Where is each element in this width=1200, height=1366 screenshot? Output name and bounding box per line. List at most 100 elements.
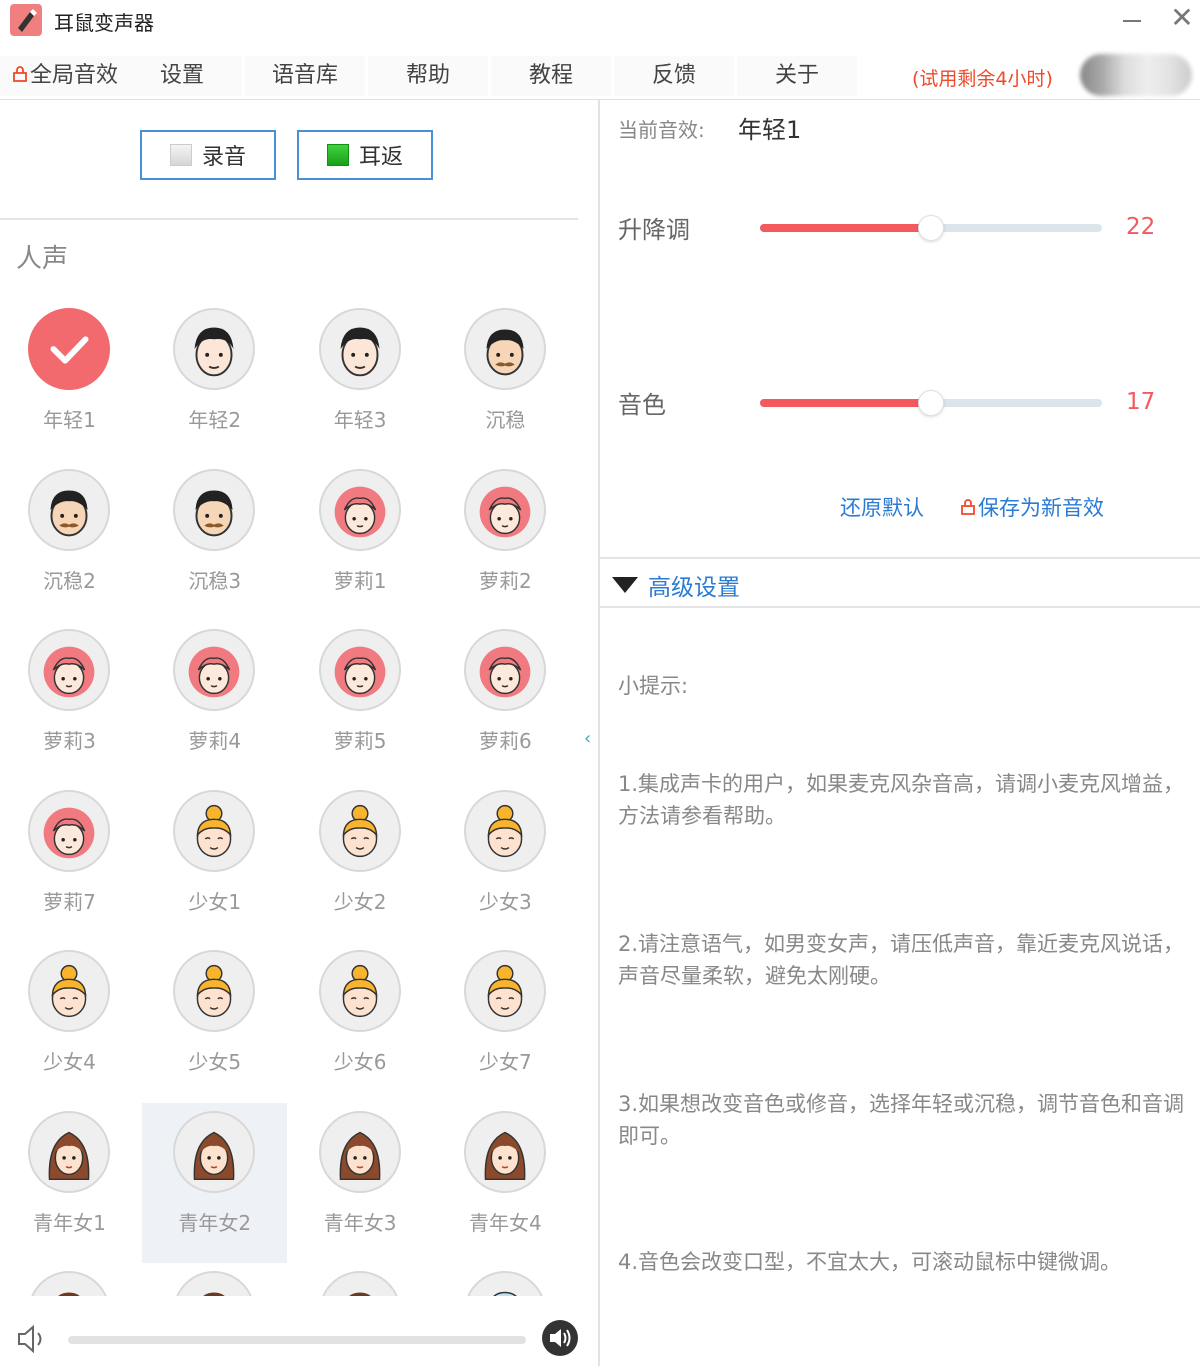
tip-item: 2.请注意语气，如男变女声，请压低声音，靠近麦克风说话，声音尽量柔软，避免太刚硬… xyxy=(618,932,1185,988)
voice-avatar-icon xyxy=(173,789,256,872)
voice-label: 沉稳 xyxy=(485,408,526,432)
voice-label: 青年女1 xyxy=(33,1210,106,1235)
voice-item[interactable] xyxy=(433,1263,578,1296)
voice-label: 年轻1 xyxy=(43,408,96,432)
monitor-button[interactable]: 耳返 xyxy=(297,130,433,180)
tip-item: 1.集成声卡的用户，如果麦克风杂音高，请调小麦克风增益，方法请参看帮助。 xyxy=(618,772,1185,828)
voice-item[interactable]: 萝莉5 xyxy=(288,621,433,781)
user-avatar[interactable] xyxy=(1080,54,1192,96)
voice-label: 少女7 xyxy=(479,1050,532,1074)
menu-global-effect[interactable]: 全局音效 xyxy=(0,56,130,96)
voice-item[interactable]: 沉稳2 xyxy=(0,461,142,621)
menu-help[interactable]: 帮助 xyxy=(368,56,488,96)
voice-avatar-icon xyxy=(463,308,546,390)
menu-voice-library[interactable]: 语音库 xyxy=(245,56,365,96)
menu-settings[interactable]: 设置 xyxy=(122,56,242,96)
menu-global-effect-label: 全局音效 xyxy=(29,63,118,88)
voice-item[interactable]: 青年女3 xyxy=(288,1103,433,1263)
timbre-value: 17 xyxy=(1126,389,1156,415)
voice-grid: 年轻1 年轻2 年轻3 沉稳 沉稳2 沉稳3 萝莉1 萝莉2 萝莉3 萝莉4 萝莉5 萝莉6 萝莉7 少女… xyxy=(0,300,580,1296)
voice-label: 萝莉4 xyxy=(188,729,242,753)
volume-low-icon[interactable] xyxy=(16,1324,50,1354)
voice-item[interactable]: 萝莉7 xyxy=(0,782,142,942)
voice-avatar-icon xyxy=(463,1110,546,1193)
voice-avatar-icon xyxy=(318,1110,401,1193)
collapse-arrow-icon[interactable]: ‹ xyxy=(584,728,596,749)
voice-avatar-icon xyxy=(463,789,546,872)
menu-tutorial[interactable]: 教程 xyxy=(491,56,611,96)
voice-label: 少女6 xyxy=(333,1050,387,1074)
current-effect-value: 年轻1 xyxy=(738,116,802,144)
timbre-slider[interactable] xyxy=(760,390,1102,416)
close-icon[interactable]: ✕ xyxy=(1168,4,1196,32)
lock-icon xyxy=(13,66,27,82)
voice-item[interactable]: 少女1 xyxy=(142,782,287,942)
voice-label: 沉稳2 xyxy=(43,568,96,593)
voice-item[interactable]: 少女3 xyxy=(433,782,578,942)
voice-avatar-icon xyxy=(28,468,110,551)
lock-icon xyxy=(961,499,975,515)
voice-item[interactable]: 沉稳3 xyxy=(142,461,287,621)
trial-remaining-badge[interactable]: (试用剩余4小时) xyxy=(912,64,1053,91)
voice-item[interactable]: 萝莉2 xyxy=(433,461,578,621)
voice-item[interactable]: 少女7 xyxy=(433,942,578,1102)
voice-item[interactable]: 年轻2 xyxy=(142,300,287,460)
voice-avatar-icon xyxy=(28,1110,110,1193)
minimize-icon[interactable] xyxy=(1120,6,1146,32)
voice-avatar-icon xyxy=(463,950,546,1032)
menu-feedback[interactable]: 反馈 xyxy=(614,56,734,96)
voice-item[interactable] xyxy=(288,1263,433,1296)
advanced-settings-toggle[interactable]: 高级设置 xyxy=(612,568,740,602)
voice-avatar-icon xyxy=(173,308,256,390)
current-effect-label: 当前音效: xyxy=(618,118,705,142)
voice-item[interactable]: 少女5 xyxy=(142,942,287,1102)
pitch-slider-thumb[interactable] xyxy=(918,215,944,241)
selected-check-icon xyxy=(28,308,110,390)
voice-avatar-icon xyxy=(318,789,401,872)
save-new-effect-button[interactable]: 保存为新音效 xyxy=(960,492,1104,522)
record-button-label: 录音 xyxy=(201,145,246,170)
voice-item[interactable]: 少女2 xyxy=(288,782,433,942)
voice-avatar-icon xyxy=(463,629,546,711)
voice-avatar-icon xyxy=(173,950,256,1032)
voice-item[interactable]: 年轻1 xyxy=(0,300,142,460)
voice-label: 年轻3 xyxy=(333,408,387,432)
save-new-effect-label: 保存为新音效 xyxy=(978,496,1104,520)
voice-item[interactable]: 年轻3 xyxy=(288,300,433,460)
app-logo-icon xyxy=(10,4,42,36)
voice-item[interactable]: 青年女2 xyxy=(142,1102,288,1263)
voice-item[interactable]: 萝莉3 xyxy=(0,621,142,781)
timbre-slider-thumb[interactable] xyxy=(918,390,944,416)
menu-about[interactable]: 关于 xyxy=(737,56,857,96)
voice-panel: 录音 耳返 人声 年轻1 年轻2 年轻3 沉稳 沉稳2 沉稳3 萝莉1 萝莉2 萝莉3 萝莉4 萝莉… xyxy=(0,100,580,1366)
record-button[interactable]: 录音 xyxy=(140,130,276,180)
voice-item[interactable]: 萝莉4 xyxy=(142,621,287,781)
voice-item[interactable]: 青年女4 xyxy=(433,1103,578,1263)
voice-item[interactable]: 萝莉1 xyxy=(288,461,433,621)
voice-avatar-icon xyxy=(318,308,401,390)
voice-avatar-icon xyxy=(28,1271,110,1296)
monitor-indicator-icon xyxy=(326,144,349,166)
settings-panel: 当前音效: 年轻1 升降调 22 音色 17 还原默认 保存为新音效 高级设置 … xyxy=(600,100,1200,1366)
voice-item[interactable] xyxy=(142,1263,287,1296)
voice-item[interactable]: 沉稳 xyxy=(433,300,578,460)
voice-item[interactable]: 少女4 xyxy=(0,942,142,1102)
volume-slider[interactable] xyxy=(68,1336,526,1344)
voice-label: 萝莉5 xyxy=(333,729,387,753)
pitch-label: 升降调 xyxy=(618,216,690,244)
triangle-down-icon xyxy=(612,577,638,593)
voice-item[interactable]: 萝莉6 xyxy=(433,621,578,781)
reset-default-button[interactable]: 还原默认 xyxy=(840,492,924,522)
voice-label: 萝莉6 xyxy=(479,729,532,753)
timbre-slider-fill xyxy=(760,399,929,407)
app-title: 耳鼠变声器 xyxy=(54,11,154,35)
voice-avatar-icon xyxy=(318,629,401,711)
volume-high-icon[interactable] xyxy=(542,1320,578,1356)
voice-item[interactable]: 少女6 xyxy=(288,942,433,1102)
voice-avatar-icon xyxy=(173,629,256,711)
voice-item[interactable]: 青年女1 xyxy=(0,1103,142,1263)
tip-item: 3.如果想改变音色或修音，选择年轻或沉稳，调节音色和音调即可。 xyxy=(618,1092,1185,1148)
voice-item[interactable] xyxy=(0,1263,142,1296)
voice-avatar-icon xyxy=(173,1271,256,1296)
pitch-slider[interactable] xyxy=(760,215,1102,241)
